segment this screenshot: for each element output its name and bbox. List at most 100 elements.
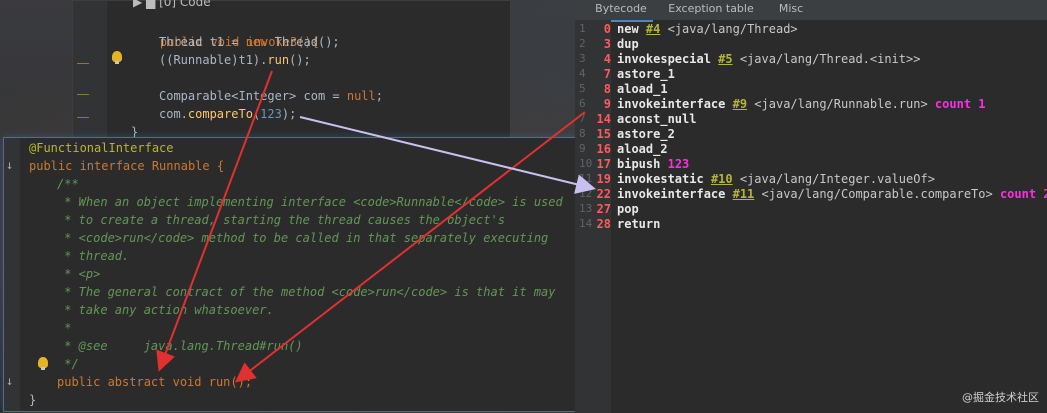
line-number: 1	[579, 22, 586, 35]
bytecode-offset: 7	[603, 67, 611, 81]
bytecode-offset: 3	[603, 37, 611, 51]
runnable-editor[interactable]: ↓ ↓ @FunctionalInterface public interfac…	[3, 137, 576, 412]
javadoc-line: /**	[57, 177, 79, 191]
arg-count: count 2	[999, 187, 1047, 201]
constant-pool-ref[interactable]: #5	[718, 52, 732, 66]
line-number: 6	[579, 97, 586, 110]
bytecode-instruction[interactable]: new #4 <java/lang/Thread>	[617, 22, 798, 36]
line-number: 13	[579, 202, 593, 215]
code-line-3: ((Runnable)t1).run();	[159, 51, 311, 69]
member-reference: <java/lang/Integer.valueOf>	[739, 172, 935, 186]
constant-pool-ref[interactable]: #11	[733, 187, 755, 201]
constant-pool-ref[interactable]: #4	[646, 22, 660, 36]
expand-arrow-icon[interactable]: ▶ ▆	[133, 0, 159, 9]
javadoc-line: * <p>	[57, 267, 101, 281]
javadoc-line: * When an object implementing interface …	[57, 195, 563, 209]
bytecode-offset: 19	[596, 172, 611, 186]
bytecode-instruction[interactable]: invokespecial #5 <java/lang/Thread.<init…	[617, 52, 920, 66]
interface-declaration: public interface Runnable {	[29, 159, 225, 173]
line-number: 11	[579, 172, 593, 185]
down-arrow-icon[interactable]: ↓	[6, 374, 13, 388]
watermark: @掘金技术社区	[962, 391, 1039, 404]
editor-gutter	[4, 138, 20, 411]
bytecode-instruction[interactable]: pop	[617, 202, 639, 216]
constant-pool-ref[interactable]: #9	[733, 97, 747, 111]
bytecode-instruction[interactable]: invokeinterface #11 <java/lang/Comparabl…	[617, 187, 1047, 201]
bytecode-instruction[interactable]: dup	[617, 37, 639, 51]
line-number: 2	[579, 37, 586, 50]
bytecode-instruction[interactable]: aload_2	[617, 142, 668, 156]
invoke3-editor[interactable]: ▶ ▆ [0] Code public void invoke3(){ Thre…	[72, 0, 511, 140]
javadoc-line: */	[57, 357, 79, 371]
bytecode-instruction[interactable]: aload_1	[617, 82, 668, 96]
bytecode-instruction[interactable]: bipush 123	[617, 157, 689, 171]
opcode: astore_2	[617, 127, 675, 141]
lightbulb-icon[interactable]	[38, 357, 48, 370]
bytecode-offset: 0	[603, 22, 611, 36]
member-reference: <java/lang/Thread.<init>>	[739, 52, 921, 66]
keyword-null: null	[346, 89, 376, 103]
javadoc-line: * The general contract of the method <co…	[57, 285, 556, 299]
bytecode-offset: 9	[603, 97, 611, 111]
bytecode-instruction[interactable]: astore_2	[617, 127, 675, 141]
bytecode-instruction[interactable]: astore_1	[617, 67, 675, 81]
code-line-2: Thread t1 = new Thread();	[159, 33, 340, 51]
opcode: astore_1	[617, 67, 675, 81]
opcode: aload_1	[617, 82, 668, 96]
number-literal: 123	[260, 107, 282, 121]
opcode: invokeinterface	[617, 187, 726, 201]
code-line-6: com.compareTo(123);	[159, 105, 296, 123]
opcode: aconst_null	[617, 112, 697, 126]
tab-exception-table[interactable]: Exception table	[663, 0, 759, 20]
line-number: 8	[579, 127, 586, 140]
closing-brace: }	[29, 393, 37, 407]
down-arrow-icon[interactable]: ↓	[6, 158, 13, 172]
bytecode-offset: 16	[596, 142, 611, 156]
code-text: ();	[289, 53, 311, 67]
push-value: 123	[667, 157, 690, 171]
javadoc-line: * take any action whatsoever.	[57, 303, 274, 317]
bytecode-offset: 4	[603, 52, 611, 66]
line-number: 12	[579, 187, 593, 200]
constant-pool-ref[interactable]: #10	[711, 172, 733, 186]
change-marker	[77, 63, 89, 64]
run-method-declaration: public abstract void run();	[57, 375, 253, 389]
javadoc-line: *	[57, 321, 72, 335]
editor-gutter	[73, 1, 107, 139]
opcode: new	[617, 22, 639, 36]
line-number: 5	[579, 82, 586, 95]
code-line-5: Comparable<Integer> com = null;	[159, 87, 383, 105]
member-reference: <java/lang/Comparable.compareTo>	[761, 187, 993, 201]
bytecode-instruction[interactable]: aconst_null	[617, 112, 696, 126]
bytecode-viewer: Bytecode Exception table Misc 1 0 new #4 <…	[575, 0, 1047, 413]
opcode: return	[617, 217, 661, 231]
code-text: com.	[159, 107, 188, 121]
bytecode-offset: 15	[596, 127, 611, 141]
compareto-call: compareTo	[187, 107, 253, 121]
code-text: );	[281, 107, 297, 121]
tree-node-label: [0] Code	[159, 0, 211, 9]
javadoc-line: * to create a thread, starting the threa…	[57, 213, 505, 227]
code-text: Thread t1 =	[159, 35, 246, 49]
bytecode-instruction[interactable]: return	[617, 217, 660, 231]
member-reference: <java/lang/Runnable.run>	[754, 97, 928, 111]
code-text: Thread();	[267, 35, 340, 49]
tree-node[interactable]: ▶ ▆ [0] Code	[133, 0, 211, 9]
line-number: 9	[579, 142, 586, 155]
line-number: 10	[579, 157, 593, 170]
opcode: invokespecial	[617, 52, 711, 66]
javadoc-line: * @see java.lang.Thread#run()	[57, 339, 303, 353]
bytecode-offset: 17	[596, 157, 611, 171]
bytecode-instruction[interactable]: invokestatic #10 <java/lang/Integer.valu…	[617, 172, 935, 186]
opcode: dup	[617, 37, 639, 51]
tab-bytecode[interactable]: Bytecode	[589, 0, 653, 22]
code-text: ;	[375, 89, 383, 103]
bytecode-instruction[interactable]: invokeinterface #9 <java/lang/Runnable.r…	[617, 97, 986, 111]
lightbulb-icon[interactable]	[112, 51, 122, 64]
code-text: ((Runnable)t1).	[159, 53, 268, 67]
change-marker	[77, 117, 89, 118]
bytecode-offset: 22	[596, 187, 611, 201]
javadoc-line: * thread.	[57, 249, 130, 263]
tab-misc[interactable]: Misc	[771, 0, 811, 20]
opcode: invokeinterface	[617, 97, 726, 111]
